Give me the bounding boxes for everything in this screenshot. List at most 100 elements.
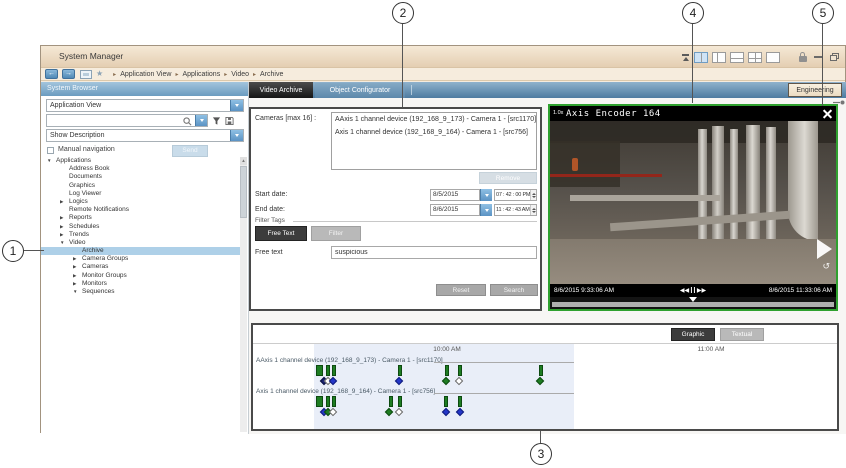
breadcrumb-item[interactable]: Applications <box>182 71 220 78</box>
camera-list-item[interactable]: AAxis 1 channel device (192_168_9_173) -… <box>332 113 536 126</box>
end-date-input[interactable]: 8/6/2015 <box>430 204 480 216</box>
video-frame[interactable] <box>550 121 836 284</box>
graphic-view-button[interactable]: Graphic <box>671 328 715 341</box>
save-icon[interactable] <box>225 116 234 126</box>
search-button[interactable]: Search <box>490 284 538 296</box>
tree-item-cameras[interactable]: ▶Cameras <box>41 263 240 271</box>
tree-item-applications[interactable]: ▼Applications <box>41 157 240 165</box>
play-overlay-icon[interactable] <box>817 239 832 259</box>
expander-icon[interactable]: ▶ <box>60 198 69 206</box>
restore-button[interactable] <box>830 53 839 61</box>
free-text-input[interactable] <box>331 246 537 259</box>
tree-item-documents[interactable]: Documents <box>41 173 240 181</box>
playback-controls[interactable]: ◀◀ ▶▶ <box>680 287 706 294</box>
time-spinner-icon[interactable] <box>530 190 536 200</box>
filter-tab-button[interactable]: Filter <box>311 226 361 241</box>
expander-icon[interactable]: ▶ <box>60 231 69 239</box>
search-input[interactable] <box>48 116 178 125</box>
camera-list-item[interactable]: Axis 1 channel device (192_168_9_164) - … <box>332 126 536 139</box>
tree-item-video[interactable]: ▼Video <box>41 239 240 247</box>
expander-icon[interactable]: ▼ <box>60 239 69 247</box>
collapse-ribbon-icon[interactable] <box>681 53 690 62</box>
recording-bar[interactable] <box>398 396 402 407</box>
skip-forward-icon[interactable]: ▶▶ <box>697 287 706 294</box>
expander-icon[interactable]: ▶ <box>73 255 82 263</box>
recording-bar[interactable] <box>389 396 393 407</box>
seek-track[interactable] <box>552 302 834 307</box>
recording-bar[interactable] <box>316 365 323 376</box>
pause-bar-icon[interactable] <box>691 287 693 293</box>
breadcrumb-item[interactable]: Archive <box>260 71 283 78</box>
time-spinner-icon[interactable] <box>530 205 536 215</box>
remove-button[interactable]: Remove <box>479 172 537 184</box>
display-mode-dropdown[interactable]: Show Description <box>46 129 244 142</box>
expander-icon[interactable]: ▶ <box>73 263 82 271</box>
chevron-down-icon[interactable] <box>230 100 243 111</box>
seek-marker-icon[interactable] <box>689 297 697 302</box>
tab-object-configurator[interactable]: Object Configurator <box>315 83 405 98</box>
scrollbar-thumb[interactable] <box>240 166 247 218</box>
tree-item-graphics[interactable]: Graphics <box>41 182 240 190</box>
send-button[interactable]: Send <box>172 145 208 157</box>
recording-bar[interactable] <box>332 396 336 407</box>
tree-item-log-viewer[interactable]: Log Viewer <box>41 190 240 198</box>
recording-bar[interactable] <box>458 365 462 376</box>
engineering-mode-button[interactable]: Engineering <box>788 83 842 97</box>
breadcrumb-item[interactable]: Application View <box>120 71 171 78</box>
camera-listbox[interactable]: AAxis 1 channel device (192_168_9_173) -… <box>331 112 537 170</box>
tree-item-monitors[interactable]: ▶Monitors <box>41 280 240 288</box>
start-date-input[interactable]: 8/5/2015 <box>430 189 480 201</box>
recording-bar[interactable] <box>316 396 323 407</box>
recording-bar[interactable] <box>326 396 330 407</box>
tree-item-address-book[interactable]: Address Book <box>41 165 240 173</box>
replay-arrow-icon[interactable]: ↺ <box>822 261 830 272</box>
layout-grid-icon[interactable] <box>748 52 762 63</box>
expander-icon[interactable]: ▶ <box>73 280 82 288</box>
tab-video-archive[interactable]: Video Archive <box>249 82 313 98</box>
video-seek-slider[interactable] <box>550 297 836 309</box>
pause-bar-icon[interactable] <box>694 287 696 293</box>
chevron-down-icon[interactable] <box>230 130 243 141</box>
expander-icon[interactable]: ▶ <box>60 223 69 231</box>
recording-bar[interactable] <box>539 365 543 376</box>
tree-item-schedules[interactable]: ▶Schedules <box>41 223 240 231</box>
recording-bar[interactable] <box>332 365 336 376</box>
start-time-input[interactable]: 07 : 42 : 00 PM <box>494 189 537 201</box>
recent-views-icon[interactable] <box>80 70 92 79</box>
expander-icon[interactable]: ▶ <box>73 272 82 280</box>
start-date-calendar-icon[interactable] <box>480 189 492 201</box>
recording-bar[interactable] <box>444 396 448 407</box>
tree-item-archive[interactable]: Archive <box>41 247 240 255</box>
tree-item-remote-notifications[interactable]: Remote Notifications <box>41 206 240 214</box>
scroll-up-icon[interactable]: ▲ <box>240 157 247 165</box>
search-dropdown-icon[interactable] <box>195 115 207 126</box>
skip-back-icon[interactable]: ◀◀ <box>680 287 689 294</box>
tree-scrollbar[interactable]: ▲ <box>240 157 247 432</box>
end-time-input[interactable]: 11 : 42 : 43 AM <box>494 204 537 216</box>
layout-two-pane-icon[interactable] <box>694 52 708 63</box>
layout-bottom-bar-icon[interactable] <box>730 52 744 63</box>
tree-item-camera-groups[interactable]: ▶Camera Groups <box>41 255 240 263</box>
layout-split-left-icon[interactable] <box>712 52 726 63</box>
expander-icon[interactable]: ▶ <box>60 214 69 222</box>
free-text-tab-button[interactable]: Free Text <box>255 226 307 241</box>
tree-item-monitor-groups[interactable]: ▶Monitor Groups <box>41 272 240 280</box>
expander-icon[interactable]: ▼ <box>47 157 56 165</box>
forward-button[interactable]: → <box>62 69 75 79</box>
layout-single-pane-icon[interactable] <box>766 52 780 63</box>
tree-item-trends[interactable]: ▶Trends <box>41 231 240 239</box>
recording-bar[interactable] <box>326 365 330 376</box>
expander-icon[interactable]: ▼ <box>73 288 82 296</box>
favorites-star-icon[interactable]: ★ <box>96 69 103 79</box>
end-date-calendar-icon[interactable] <box>480 204 492 216</box>
filter-funnel-icon[interactable] <box>212 116 221 126</box>
view-selector-dropdown[interactable]: Application View <box>46 99 244 112</box>
tree-item-logics[interactable]: ▶Logics <box>41 198 240 206</box>
lock-icon[interactable] <box>798 52 807 63</box>
recording-bar[interactable] <box>398 365 402 376</box>
back-button[interactable]: ← <box>45 69 58 79</box>
tree-item-sequences[interactable]: ▼Sequences <box>41 288 240 296</box>
manual-navigation-checkbox[interactable] <box>47 147 54 154</box>
recording-bar[interactable] <box>445 365 449 376</box>
breadcrumb-item[interactable]: Video <box>231 71 249 78</box>
